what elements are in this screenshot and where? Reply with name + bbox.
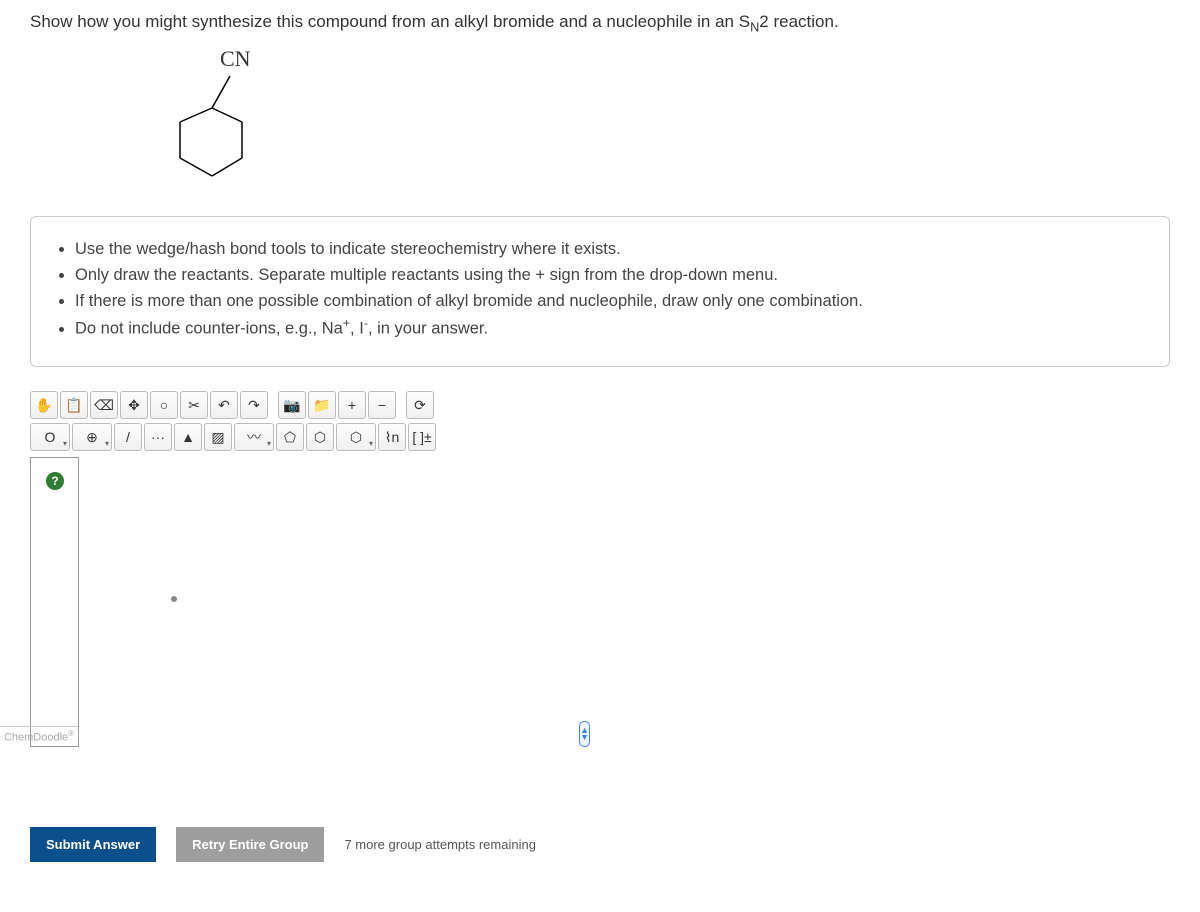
wavy-bond-dropdown[interactable]: 〰 ▾ <box>234 423 274 451</box>
chevron-down-icon: ▾ <box>267 439 271 448</box>
eraser-icon: ⌫ <box>94 397 114 414</box>
question-post: 2 reaction. <box>759 12 838 31</box>
zoom-in-button[interactable]: + <box>338 391 366 419</box>
attempts-remaining: 7 more group attempts remaining <box>344 837 535 852</box>
instruction-item: Use the wedge/hash bond tools to indicat… <box>75 237 1147 263</box>
instruction-item: If there is more than one possible combi… <box>75 289 1147 315</box>
element-label: O <box>45 429 56 445</box>
chevron-down-icon: ▾ <box>105 439 109 448</box>
chemdoodle-brand: ChemDoodle® <box>0 726 78 746</box>
chevron-down-icon: ▾ <box>63 439 67 448</box>
undo-button[interactable]: ↶ <box>210 391 238 419</box>
help-button[interactable]: ? <box>46 472 64 490</box>
ring1-button[interactable]: ⬠ <box>276 423 304 451</box>
zoom-out-button[interactable]: − <box>368 391 396 419</box>
hand-tool-button[interactable]: ✋ <box>30 391 58 419</box>
toolbar-row-1: ✋ 📋 ⌫ ✥ ○ ✂ ↶ ↷ 📷 📁 + − ⟳ <box>30 391 590 419</box>
lasso-button[interactable]: ○ <box>150 391 178 419</box>
instruction-item: Only draw the reactants. Separate multip… <box>75 263 1147 289</box>
chain-button[interactable]: ⌇n <box>378 423 406 451</box>
question-pre: Show how you might synthesize this compo… <box>30 12 750 31</box>
wavy-bond-icon: 〰 <box>247 427 261 447</box>
move-icon: ✥ <box>128 397 140 414</box>
wedge-bond-icon: ▲ <box>181 429 195 445</box>
dotted-bond-icon: ··· <box>151 429 165 445</box>
atom-placeholder[interactable] <box>171 596 177 602</box>
action-bar: Submit Answer Retry Entire Group 7 more … <box>30 827 1170 862</box>
ring-dropdown[interactable]: ⬡ ▾ <box>336 423 376 451</box>
chevron-down-icon: ▼ <box>580 734 589 741</box>
resize-handle[interactable]: ▲ ▼ <box>579 721 590 747</box>
molecule-structure <box>150 66 270 196</box>
retry-button[interactable]: Retry Entire Group <box>176 827 324 862</box>
scissors-button[interactable]: ✂ <box>180 391 208 419</box>
scissors-icon: ✂ <box>188 397 200 414</box>
lasso-icon: ○ <box>160 397 168 413</box>
charge-icon: [ ]± <box>412 429 431 445</box>
zoom-out-icon: − <box>378 397 386 413</box>
question-text: Show how you might synthesize this compo… <box>30 12 1170 34</box>
drawing-canvas[interactable]: ? ChemDoodle® <box>30 457 79 747</box>
instr-sup1: + <box>343 316 350 330</box>
hexagon-icon: ⬡ <box>350 429 362 446</box>
redo-icon: ↷ <box>248 397 260 414</box>
chevron-down-icon: ▾ <box>369 439 373 448</box>
submit-button[interactable]: Submit Answer <box>30 827 156 862</box>
camera-button[interactable]: 📷 <box>278 391 306 419</box>
instr-post: , in your answer. <box>368 320 488 338</box>
charge-button[interactable]: [ ]± <box>408 423 436 451</box>
toolbar-row-2: O ▾ ⊕ ▾ / ··· ▲ ▨ 〰 ▾ ⬠ ⬡ ⬡ ▾ ⌇n [ ]± <box>30 423 590 451</box>
folder-icon: 📁 <box>313 397 330 414</box>
chemical-editor: ✋ 📋 ⌫ ✥ ○ ✂ ↶ ↷ 📷 📁 + − ⟳ O ▾ ⊕ ▾ / ··· … <box>30 391 590 747</box>
hash-bond-icon: ▨ <box>211 429 224 446</box>
wedge-bond-button[interactable]: ▲ <box>174 423 202 451</box>
clean-button[interactable]: ⟳ <box>406 391 434 419</box>
eraser-button[interactable]: ⌫ <box>90 391 118 419</box>
instruction-item: Do not include counter-ions, e.g., Na+, … <box>75 314 1147 342</box>
hash-bond-button[interactable]: ▨ <box>204 423 232 451</box>
plus-dropdown[interactable]: ⊕ ▾ <box>72 423 112 451</box>
target-molecule: CN <box>150 46 1170 196</box>
single-bond-icon: / <box>126 429 130 445</box>
instr-mid: , I <box>350 320 364 338</box>
paste-button[interactable]: 📋 <box>60 391 88 419</box>
instr-pre: Do not include counter-ions, e.g., Na <box>75 320 343 338</box>
plus-icon: ⊕ <box>86 429 98 446</box>
camera-icon: 📷 <box>283 397 300 414</box>
dotted-bond-button[interactable]: ··· <box>144 423 172 451</box>
chain-icon: ⌇n <box>385 429 400 446</box>
zoom-in-icon: + <box>348 397 356 413</box>
hexagon-icon: ⬡ <box>314 429 326 446</box>
undo-icon: ↶ <box>218 397 230 414</box>
hand-icon: ✋ <box>35 397 52 414</box>
single-bond-button[interactable]: / <box>114 423 142 451</box>
redo-button[interactable]: ↷ <box>240 391 268 419</box>
move-button[interactable]: ✥ <box>120 391 148 419</box>
instruction-box: Use the wedge/hash bond tools to indicat… <box>30 216 1170 367</box>
help-icon: ? <box>51 474 58 488</box>
ring2-button[interactable]: ⬡ <box>306 423 334 451</box>
paste-icon: 📋 <box>65 397 82 414</box>
pentagon-icon: ⬠ <box>284 429 296 446</box>
folder-button[interactable]: 📁 <box>308 391 336 419</box>
clean-icon: ⟳ <box>414 397 426 414</box>
question-sub: N <box>750 19 759 34</box>
element-dropdown[interactable]: O ▾ <box>30 423 70 451</box>
